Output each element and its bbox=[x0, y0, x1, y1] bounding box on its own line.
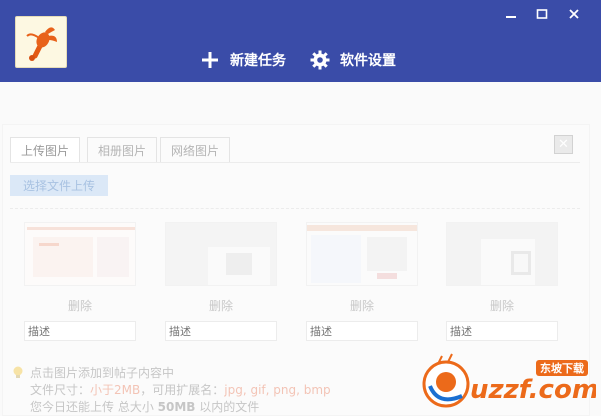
choose-file-button[interactable]: 选择文件上传 bbox=[10, 175, 108, 196]
description-input-1[interactable] bbox=[24, 321, 136, 341]
upload-tips: 点击图片添加到帖子内容中 文件尺寸：小于2MB，可用扩展名：jpg, gif, … bbox=[12, 365, 331, 416]
tab-upload[interactable]: 上传图片 bbox=[10, 137, 81, 163]
maximize-button[interactable] bbox=[531, 5, 553, 23]
minimize-button[interactable] bbox=[500, 5, 522, 23]
tip-line-2: 文件尺寸：小于2MB，可用扩展名：jpg, gif, png, bmp bbox=[30, 383, 331, 397]
tabs-divider bbox=[10, 162, 580, 163]
watermark-brand: uzzf.com bbox=[470, 375, 596, 405]
description-input-4[interactable] bbox=[446, 321, 558, 341]
close-icon bbox=[569, 9, 579, 19]
minimize-icon bbox=[506, 16, 516, 18]
divider bbox=[10, 208, 580, 209]
close-window-button[interactable] bbox=[563, 5, 585, 23]
watermark: 东坡下载 uzzf.com bbox=[418, 352, 599, 412]
description-input-3[interactable] bbox=[306, 321, 418, 341]
maximize-icon bbox=[536, 9, 548, 19]
app-logo bbox=[15, 16, 67, 68]
app-header: 新建任务 软件设置 bbox=[0, 0, 601, 82]
new-task-button[interactable]: 新建任务 bbox=[200, 48, 286, 72]
image-thumbnail-2[interactable] bbox=[165, 222, 277, 286]
tip-line-1: 点击图片添加到帖子内容中 bbox=[12, 365, 331, 382]
gear-icon bbox=[310, 50, 330, 70]
image-thumbnail-4[interactable] bbox=[446, 222, 558, 286]
image-thumbnail-3[interactable] bbox=[306, 222, 418, 286]
tab-web[interactable]: 网络图片 bbox=[160, 137, 231, 163]
delete-link-3[interactable]: 删除 bbox=[306, 297, 418, 314]
delete-link-2[interactable]: 删除 bbox=[165, 297, 277, 314]
new-task-label: 新建任务 bbox=[230, 53, 286, 69]
image-thumbnail-1[interactable] bbox=[24, 222, 136, 286]
close-icon: ✕ bbox=[558, 137, 569, 152]
settings-button[interactable]: 软件设置 bbox=[310, 48, 396, 72]
lightbulb-icon bbox=[13, 366, 23, 378]
tip-line-3: 您今日还能上传 总大小 50MB 以内的文件 bbox=[30, 400, 260, 414]
plus-icon bbox=[200, 50, 220, 70]
delete-link-1[interactable]: 删除 bbox=[24, 297, 136, 314]
tab-album[interactable]: 相册图片 bbox=[87, 137, 158, 163]
settings-label: 软件设置 bbox=[340, 53, 396, 69]
lobster-icon bbox=[26, 27, 57, 61]
description-input-2[interactable] bbox=[165, 321, 277, 341]
watermark-tag: 东坡下载 bbox=[540, 361, 584, 375]
delete-link-4[interactable]: 删除 bbox=[446, 297, 558, 314]
dialog-close-button[interactable]: ✕ bbox=[554, 135, 573, 154]
